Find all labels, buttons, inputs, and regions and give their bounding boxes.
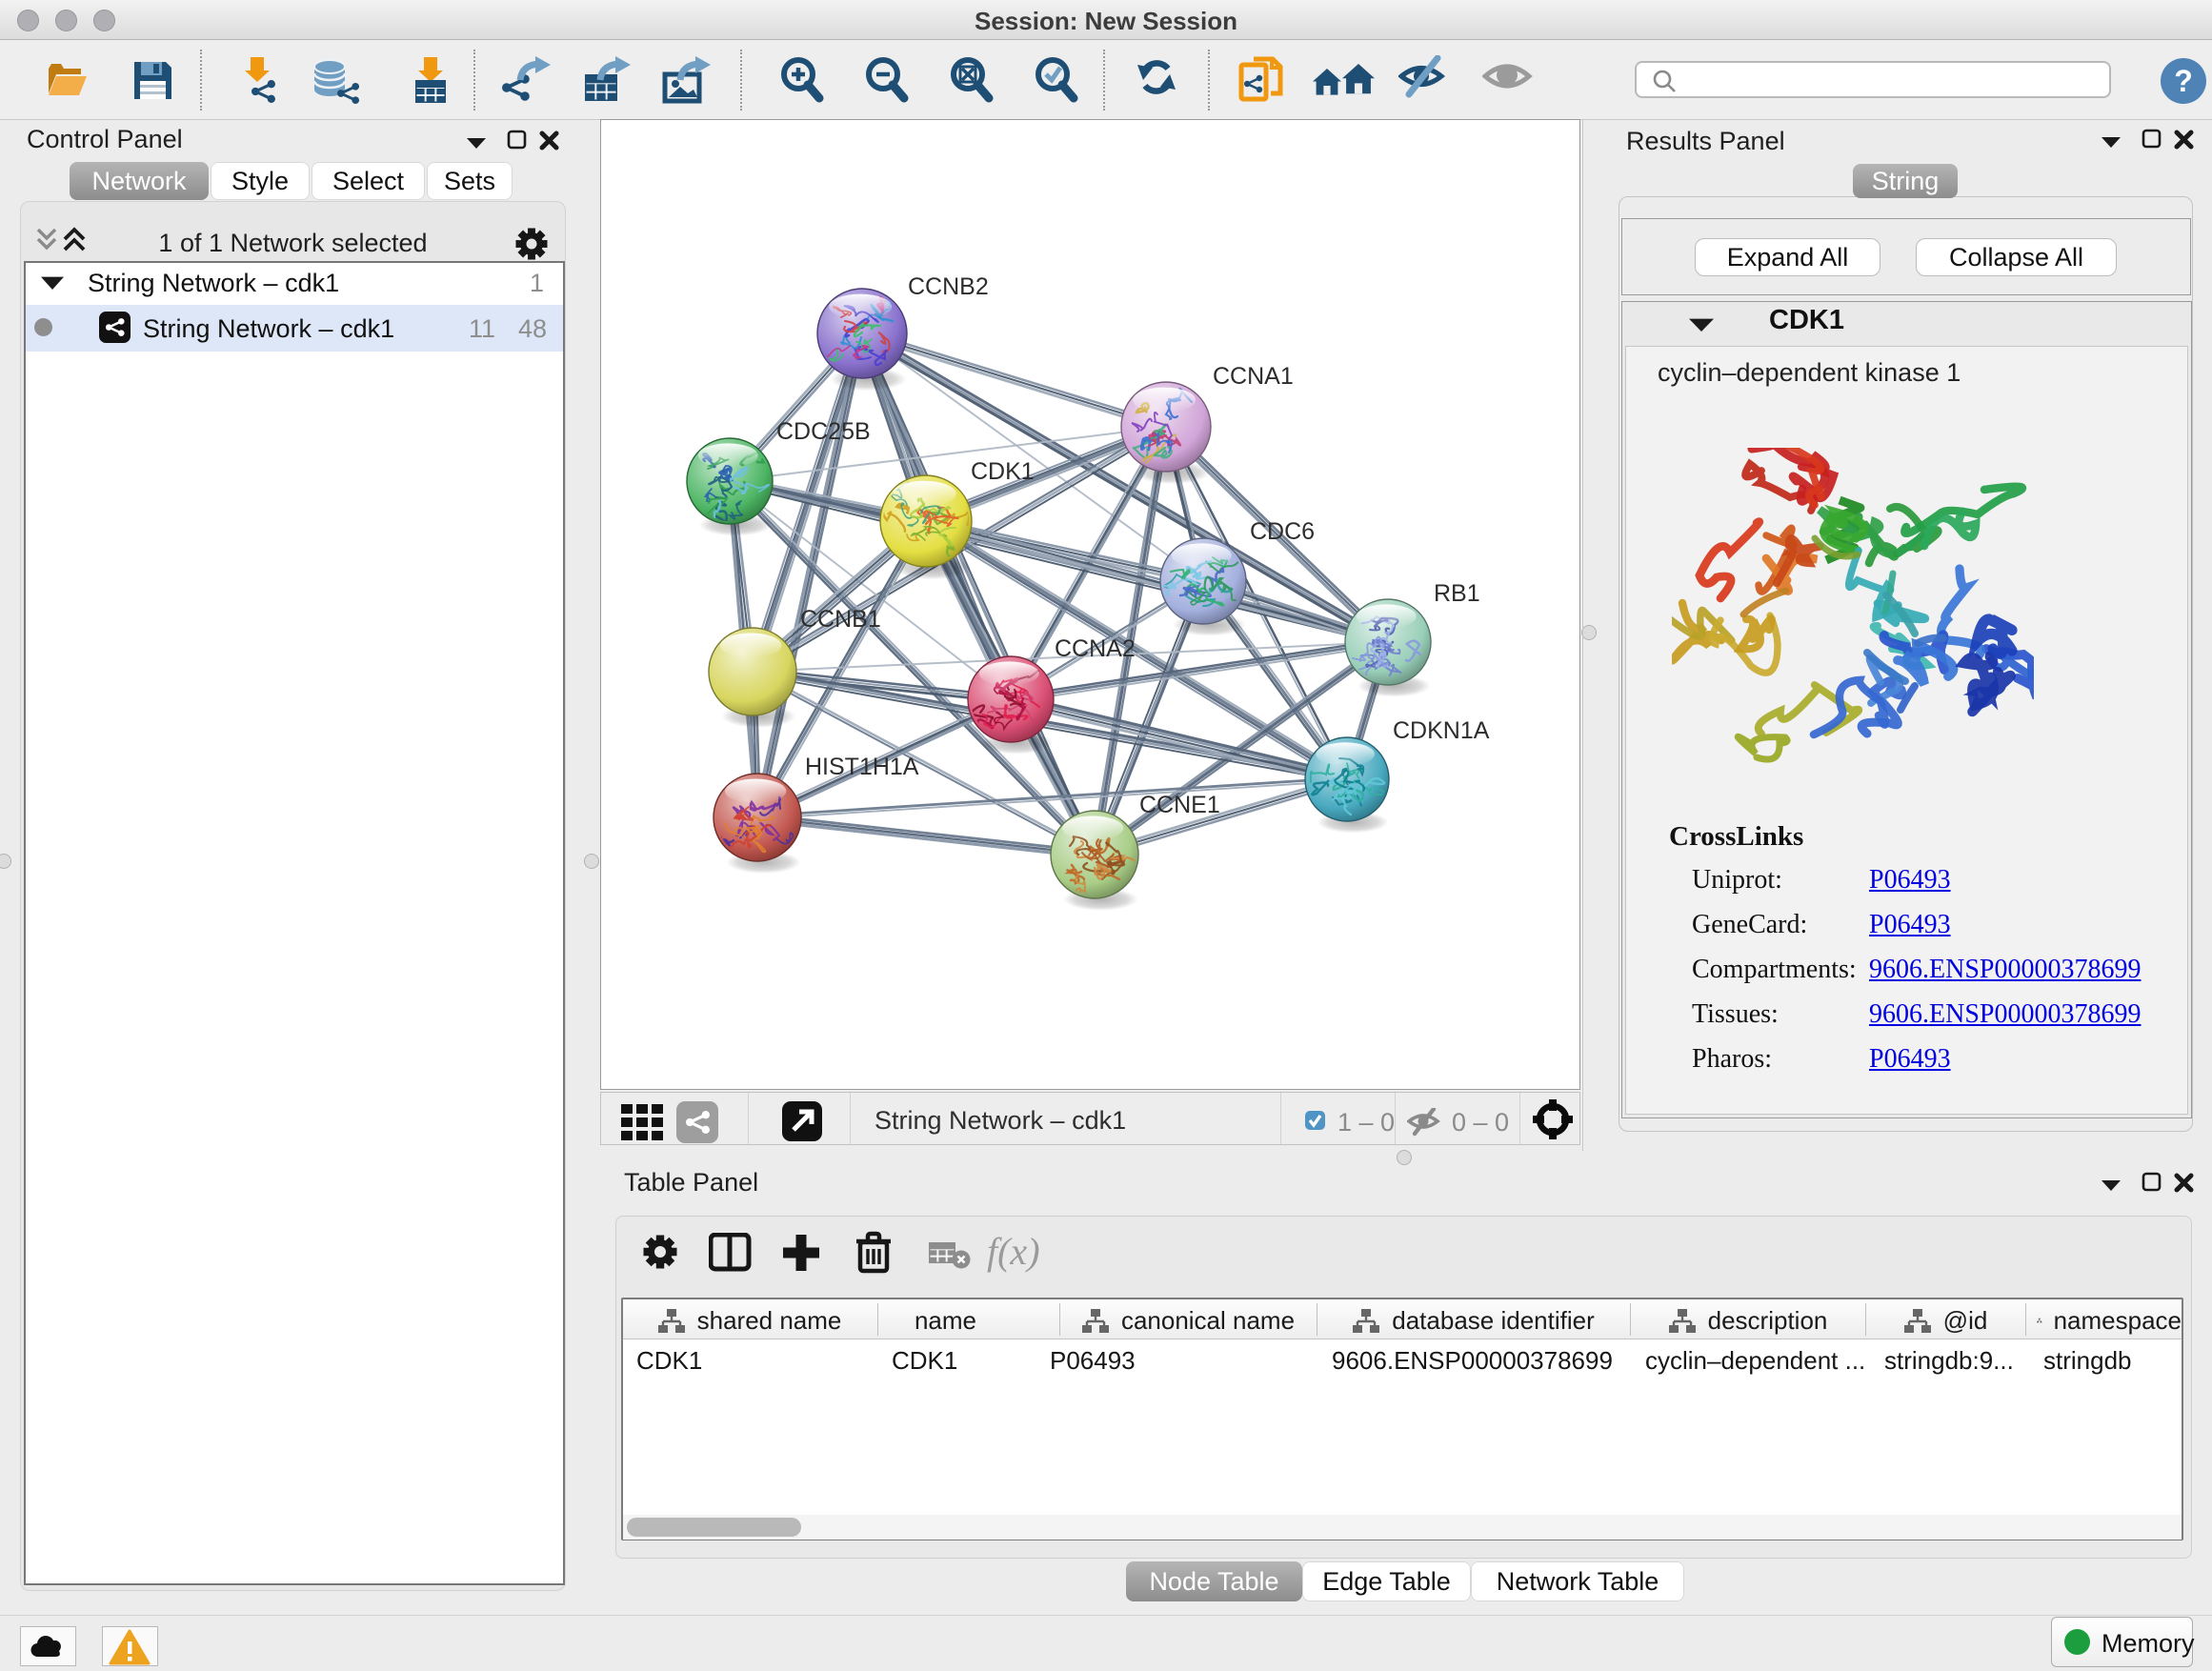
svg-text:CDKN1A: CDKN1A: [1393, 717, 1490, 744]
svg-text:RB1: RB1: [1434, 580, 1480, 607]
svg-text:CDC25B: CDC25B: [776, 418, 871, 445]
svg-text:CCNA1: CCNA1: [1213, 363, 1294, 390]
svg-text:CCNA2: CCNA2: [1055, 635, 1136, 662]
svg-text:HIST1H1A: HIST1H1A: [805, 754, 919, 780]
svg-text:CCNB2: CCNB2: [908, 273, 989, 300]
svg-text:CDC6: CDC6: [1250, 518, 1315, 545]
svg-text:CDK1: CDK1: [971, 458, 1035, 485]
svg-text:CCNB1: CCNB1: [800, 606, 881, 633]
svg-text:?: ?: [2174, 64, 2193, 98]
svg-text:CCNE1: CCNE1: [1139, 792, 1220, 818]
